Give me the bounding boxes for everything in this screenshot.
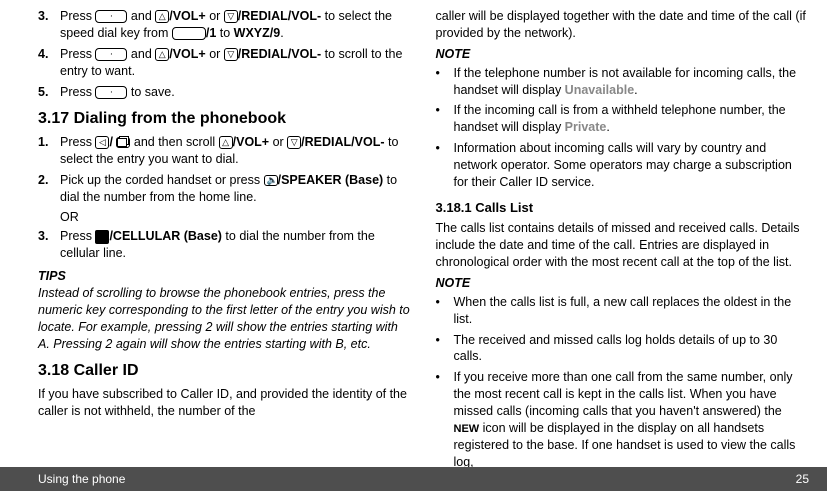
new-icon-text: NEW: [454, 423, 480, 435]
right-column: caller will be displayed together with t…: [436, 8, 810, 464]
calls-list-body: The calls list contains details of misse…: [436, 220, 810, 271]
book-icon: [116, 137, 130, 148]
caller-id-cont: caller will be displayed together with t…: [436, 8, 810, 42]
footer-page: 25: [796, 471, 809, 487]
dial-key-icon: [95, 10, 127, 23]
dial-key-icon: [95, 86, 127, 99]
note-heading-2: NOTE: [436, 275, 810, 292]
step-number: 3.: [38, 228, 60, 262]
up-icon: [155, 48, 169, 61]
note-item: •If the incoming call is from a withheld…: [436, 102, 810, 136]
footer-title: Using the phone: [38, 471, 125, 487]
step-text: Press and /VOL+ or /REDIAL/VOL- to scrol…: [60, 46, 412, 80]
step-3-alt: 3. Press /CELLULAR (Base) to dial the nu…: [38, 228, 412, 262]
step-text: Press and /VOL+ or /REDIAL/VOL- to selec…: [60, 8, 412, 42]
step-number: 5.: [38, 84, 60, 101]
heading-3-18: 3.18 Caller ID: [38, 360, 412, 382]
note-list-2: •When the calls list is full, a new call…: [436, 294, 810, 471]
or-label: OR: [60, 209, 412, 226]
heading-3-18-1: 3.18.1 Calls List: [436, 199, 810, 217]
step-5: 5. Press to save.: [38, 84, 412, 101]
up-icon: [219, 136, 233, 149]
page-footer: Using the phone 25: [0, 467, 827, 491]
note-item: •If you receive more than one call from …: [436, 369, 810, 470]
step-number: 4.: [38, 46, 60, 80]
step-1: 1. Press / and then scroll /VOL+ or /RED…: [38, 134, 412, 168]
tips-body: Instead of scrolling to browse the phone…: [38, 285, 412, 353]
down-icon: [224, 48, 238, 61]
tips-heading: TIPS: [38, 268, 412, 285]
note-item: •If the telephone number is not availabl…: [436, 65, 810, 99]
dial-key-icon: [95, 48, 127, 61]
step-number: 2.: [38, 172, 60, 206]
left-column: 3. Press and /VOL+ or /REDIAL/VOL- to se…: [38, 8, 412, 464]
left-icon: [95, 136, 109, 149]
key-blank-icon: [172, 27, 206, 40]
page-content: 3. Press and /VOL+ or /REDIAL/VOL- to se…: [0, 0, 827, 464]
note-item: •The received and missed calls log holds…: [436, 332, 810, 366]
down-icon: [287, 136, 301, 149]
speaker-icon: [264, 175, 278, 186]
step-number: 1.: [38, 134, 60, 168]
cellular-icon: [95, 230, 109, 244]
step-text: Press to save.: [60, 84, 412, 101]
caller-id-body: If you have subscribed to Caller ID, and…: [38, 386, 412, 420]
step-number: 3.: [38, 8, 60, 42]
note-list: •If the telephone number is not availabl…: [436, 65, 810, 191]
heading-3-17: 3.17 Dialing from the phonebook: [38, 108, 412, 130]
step-list-continued: 3. Press and /VOL+ or /REDIAL/VOL- to se…: [38, 8, 412, 100]
step-2: 2. Pick up the corded handset or press /…: [38, 172, 412, 206]
note-item: •Information about incoming calls will v…: [436, 140, 810, 191]
note-heading: NOTE: [436, 46, 810, 63]
step-4: 4. Press and /VOL+ or /REDIAL/VOL- to sc…: [38, 46, 412, 80]
phonebook-steps-alt: 3. Press /CELLULAR (Base) to dial the nu…: [38, 228, 412, 262]
step-text: Press / and then scroll /VOL+ or /REDIAL…: [60, 134, 412, 168]
up-icon: [155, 10, 169, 23]
note-item: •When the calls list is full, a new call…: [436, 294, 810, 328]
step-text: Press /CELLULAR (Base) to dial the numbe…: [60, 228, 412, 262]
down-icon: [224, 10, 238, 23]
step-text: Pick up the corded handset or press /SPE…: [60, 172, 412, 206]
step-3: 3. Press and /VOL+ or /REDIAL/VOL- to se…: [38, 8, 412, 42]
phonebook-steps: 1. Press / and then scroll /VOL+ or /RED…: [38, 134, 412, 206]
